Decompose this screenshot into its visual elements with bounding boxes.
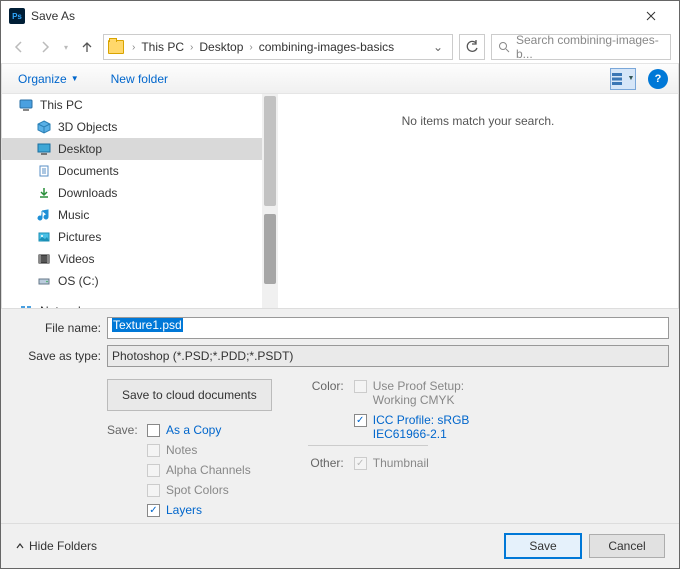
breadcrumb-thispc[interactable]: This PC xyxy=(137,40,188,54)
tree-item-thispc[interactable]: This PC xyxy=(2,94,262,116)
photoshop-icon: Ps xyxy=(9,8,25,24)
search-placeholder: Search combining-images-b... xyxy=(516,33,664,61)
filename-input[interactable]: Texture1.psd xyxy=(107,317,669,339)
spot-checkbox xyxy=(147,484,160,497)
downloads-icon xyxy=(36,185,52,201)
empty-message: No items match your search. xyxy=(402,114,555,128)
arrow-right-icon xyxy=(38,40,52,54)
desktop-icon xyxy=(36,141,52,157)
filetype-select[interactable]: Photoshop (*.PSD;*.PDD;*.PSDT) xyxy=(107,345,669,367)
new-folder-button[interactable]: New folder xyxy=(105,68,174,90)
view-mode-button[interactable]: ▼ xyxy=(610,68,636,90)
refresh-button[interactable] xyxy=(459,34,485,60)
pictures-icon xyxy=(36,229,52,245)
breadcrumb-folder[interactable]: combining-images-basics xyxy=(255,40,398,54)
chevron-down-icon: ▼ xyxy=(628,75,635,82)
save-to-cloud-button[interactable]: Save to cloud documents xyxy=(107,379,272,411)
dialog-footer: Hide Folders Save Cancel xyxy=(1,523,679,568)
view-icon xyxy=(612,73,626,85)
scroll-thumb[interactable] xyxy=(264,96,276,206)
save-form: File name: Texture1.psd Save as type: Ph… xyxy=(1,308,679,523)
folder-icon xyxy=(108,40,124,54)
documents-icon xyxy=(36,163,52,179)
tree-item-documents[interactable]: Documents xyxy=(2,160,262,182)
tree-item-downloads[interactable]: Downloads xyxy=(2,182,262,204)
toolbar: Organize▼ New folder ▼ ? xyxy=(1,63,679,94)
pc-icon xyxy=(18,97,34,113)
address-dropdown[interactable]: ⌄ xyxy=(428,40,448,54)
music-icon xyxy=(36,207,52,223)
breadcrumb-desktop[interactable]: Desktop xyxy=(195,40,247,54)
chevron-right-icon: › xyxy=(130,42,137,53)
tree-item-osc[interactable]: OS (C:) xyxy=(2,270,262,292)
close-icon xyxy=(646,11,656,21)
alpha-checkbox xyxy=(147,464,160,477)
refresh-icon xyxy=(465,40,479,54)
color-section-label: Color: xyxy=(308,379,344,441)
tree-item-desktop[interactable]: Desktop xyxy=(2,138,262,160)
as-copy-checkbox[interactable] xyxy=(147,424,160,437)
chevron-down-icon: ▼ xyxy=(71,74,79,83)
filetype-label: Save as type: xyxy=(11,349,107,363)
hide-folders-button[interactable]: Hide Folders xyxy=(15,539,97,553)
filename-label: File name: xyxy=(11,321,107,335)
thumbnail-checkbox: ✓ xyxy=(354,457,367,470)
cube-icon xyxy=(36,119,52,135)
chevron-right-icon: › xyxy=(188,42,195,53)
help-button[interactable]: ? xyxy=(648,69,668,89)
thumbnail-label: Thumbnail xyxy=(373,456,429,470)
divider xyxy=(308,445,428,446)
organize-menu[interactable]: Organize▼ xyxy=(12,68,85,90)
save-section-label: Save: xyxy=(107,423,137,517)
titlebar: Ps Save As xyxy=(1,1,679,31)
search-input[interactable]: Search combining-images-b... xyxy=(491,34,671,60)
other-section-label: Other: xyxy=(308,456,344,470)
window-title: Save As xyxy=(31,9,75,23)
arrow-left-icon xyxy=(12,40,26,54)
cancel-button[interactable]: Cancel xyxy=(589,534,665,558)
save-button[interactable]: Save xyxy=(505,534,581,558)
chevron-right-icon: › xyxy=(247,42,254,53)
network-icon xyxy=(18,303,34,308)
tree-item-network[interactable]: Network xyxy=(2,300,262,308)
back-button[interactable] xyxy=(9,37,29,57)
proof-checkbox xyxy=(354,380,367,393)
tree-item-3dobjects[interactable]: 3D Objects xyxy=(2,116,262,138)
nav-row: ▾ › This PC › Desktop › combining-images… xyxy=(1,31,679,63)
file-list: No items match your search. xyxy=(278,94,678,308)
folder-tree[interactable]: This PC 3D Objects Desktop Documents Dow… xyxy=(2,94,262,308)
search-icon xyxy=(498,41,510,53)
layers-checkbox[interactable]: ✓ xyxy=(147,504,160,517)
tree-item-videos[interactable]: Videos xyxy=(2,248,262,270)
alpha-label: Alpha Channels xyxy=(166,463,251,477)
recent-dropdown[interactable]: ▾ xyxy=(61,37,71,57)
address-bar[interactable]: › This PC › Desktop › combining-images-b… xyxy=(103,34,453,60)
videos-icon xyxy=(36,251,52,267)
drive-icon xyxy=(36,273,52,289)
notes-label: Notes xyxy=(166,443,197,457)
as-copy-label: As a Copy xyxy=(166,423,221,437)
icc-checkbox[interactable]: ✓ xyxy=(354,414,367,427)
proof-label: Use Proof Setup:Working CMYK xyxy=(373,379,464,407)
help-icon: ? xyxy=(655,73,662,85)
arrow-up-icon xyxy=(80,40,94,54)
icc-label: ICC Profile: sRGBIEC61966-2.1 xyxy=(373,413,470,441)
layers-label: Layers xyxy=(166,503,202,517)
scroll-thumb[interactable] xyxy=(264,214,276,284)
up-button[interactable] xyxy=(77,37,97,57)
close-button[interactable] xyxy=(631,1,671,31)
spot-label: Spot Colors xyxy=(166,483,229,497)
tree-scrollbar[interactable] xyxy=(262,94,278,308)
forward-button[interactable] xyxy=(35,37,55,57)
notes-checkbox xyxy=(147,444,160,457)
tree-item-music[interactable]: Music xyxy=(2,204,262,226)
chevron-up-icon xyxy=(15,541,25,551)
tree-item-pictures[interactable]: Pictures xyxy=(2,226,262,248)
